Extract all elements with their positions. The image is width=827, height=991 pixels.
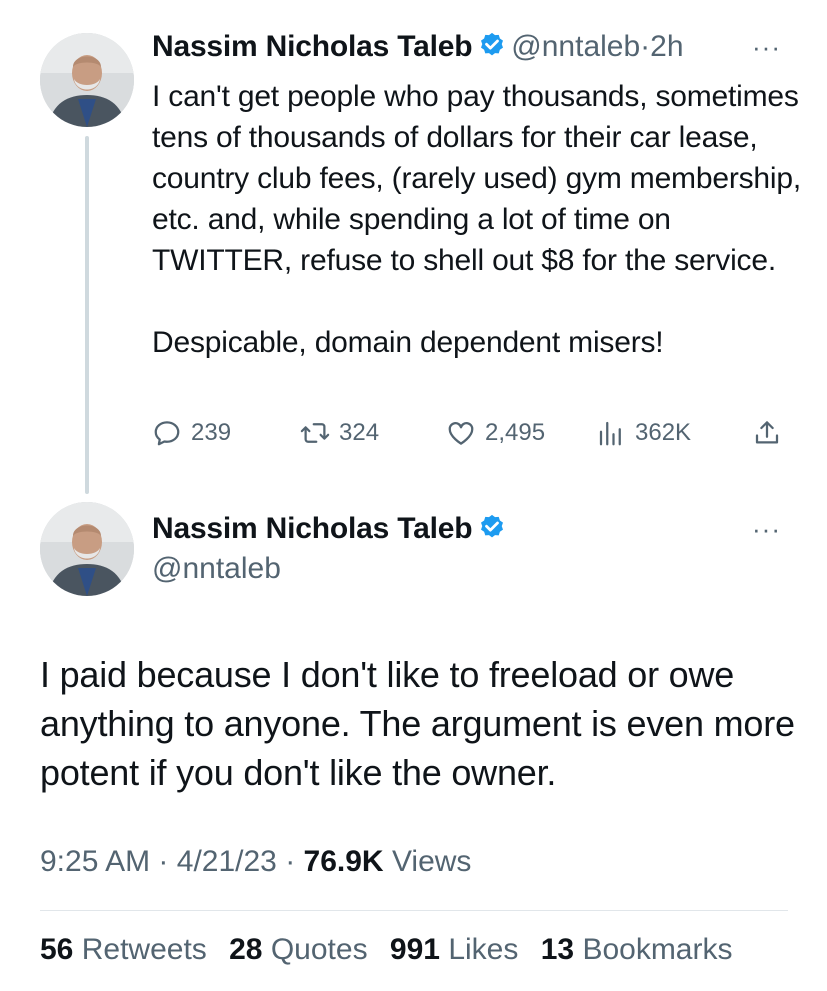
tweet-paragraph: Despicable, domain dependent misers! (152, 326, 664, 359)
tweet-date[interactable]: 4/21/23 (177, 845, 277, 878)
views-stat[interactable]: 76.9K Views (304, 845, 472, 878)
more-horizontal-icon: ··· (752, 32, 781, 62)
retweets-total: 56 (40, 933, 74, 966)
like-count: 2,495 (485, 419, 546, 446)
quotes-label: Quotes (270, 933, 368, 966)
retweet-icon (300, 423, 330, 443)
retweet-button[interactable]: 324 (300, 418, 379, 448)
tweet-paragraph: I can't get people who pay thousands, so… (152, 80, 801, 277)
views-total: 76.9K (303, 845, 384, 878)
likes-stat[interactable]: 991 Likes (390, 933, 518, 966)
reply-icon (154, 421, 180, 446)
main-tweet-text: I paid because I don't like to freeload … (40, 654, 795, 793)
like-button[interactable]: 2,495 (446, 418, 545, 448)
main-tweet-header: Nassim Nicholas Taleb (152, 512, 507, 546)
avatar[interactable] (40, 33, 134, 127)
quotes-stat[interactable]: 28 Quotes (229, 933, 367, 966)
engagement-stats: 56 Retweets 28 Quotes 991 Likes 13 Bookm… (40, 933, 732, 967)
likes-total: 991 (389, 933, 440, 966)
tweet-time[interactable]: 9:25 AM (40, 845, 150, 878)
author-name[interactable]: Nassim Nicholas Taleb (152, 512, 473, 545)
author-handle[interactable]: @nntaleb (152, 552, 281, 586)
verified-badge-icon (480, 514, 503, 538)
share-button[interactable] (752, 418, 791, 448)
quotes-total: 28 (229, 933, 263, 966)
views-chart-icon (599, 421, 621, 446)
share-icon (755, 421, 779, 444)
tweet-timestamp-row: 9:25 AM · 4/21/23 · 76.9K Views (40, 845, 471, 879)
avatar-photo (40, 502, 134, 596)
divider (40, 910, 788, 911)
bookmarks-label: Bookmarks (582, 933, 733, 966)
author-name[interactable]: Nassim Nicholas Taleb (152, 30, 473, 63)
reply-tweet-text: I can't get people who pay thousands, so… (152, 76, 802, 363)
retweet-count: 324 (339, 419, 380, 446)
verified-badge-icon (480, 32, 503, 56)
reply-count: 239 (191, 419, 232, 446)
heart-icon (448, 422, 474, 445)
views-count: 362K (635, 419, 692, 446)
separator-dot: · (158, 845, 169, 878)
more-horizontal-icon: ··· (752, 514, 781, 544)
bookmarks-total: 13 (540, 933, 575, 966)
reply-tweet-header: Nassim Nicholas Taleb @nntaleb·2h (152, 30, 684, 64)
bookmarks-stat[interactable]: 13 Bookmarks (541, 933, 733, 966)
avatar-photo (40, 33, 134, 127)
retweets-stat[interactable]: 56 Retweets (40, 933, 207, 966)
avatar[interactable] (40, 502, 134, 596)
views-label: Views (391, 845, 472, 878)
author-handle[interactable]: @nntaleb (511, 30, 640, 63)
reply-button[interactable]: 239 (152, 418, 231, 448)
likes-label: Likes (448, 933, 519, 966)
views-button[interactable]: 362K (596, 418, 691, 448)
more-options-button[interactable]: ··· (752, 32, 781, 63)
more-options-button[interactable]: ··· (752, 514, 781, 545)
tweet-age[interactable]: 2h (650, 30, 683, 63)
separator-dot: · (640, 30, 651, 63)
retweets-label: Retweets (81, 933, 207, 966)
thread-connector-line (85, 136, 89, 494)
separator-dot: · (285, 845, 296, 878)
